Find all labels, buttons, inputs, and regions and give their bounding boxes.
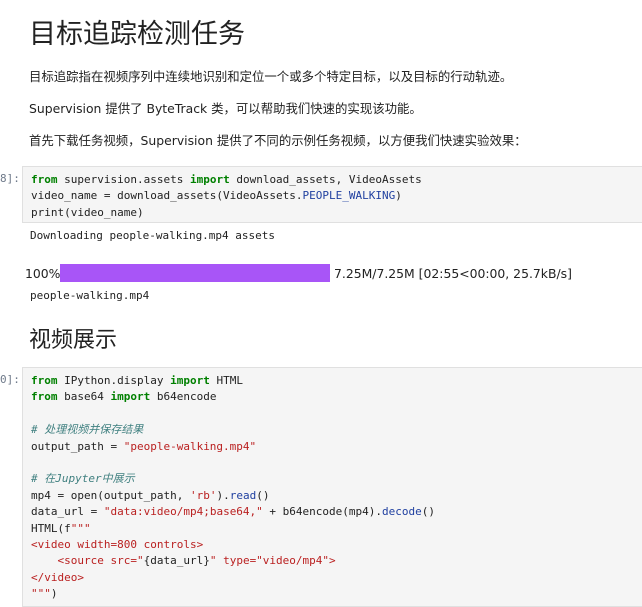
code-token: read	[229, 488, 257, 502]
code-token: )	[50, 587, 58, 601]
code-token: ).	[216, 488, 230, 502]
code-token: b64encode	[150, 390, 217, 404]
notebook-title: 目标追踪检测任务	[29, 19, 245, 50]
code-token: HTML(f	[31, 521, 71, 535]
code-line: HTML(f"""	[31, 521, 642, 537]
download-paragraph: 首先下载任务视频，Supervision 提供了不同的示例任务视频，以方便我们快…	[29, 133, 527, 148]
code-token: import	[189, 173, 230, 186]
code-line: from base64 import b64encode	[31, 389, 642, 405]
code-line: <source src="{data_url}" type="video/mp4…	[31, 553, 642, 569]
output-download-text: Downloading people-walking.mp4 assets	[30, 229, 276, 242]
code-token: decode	[382, 505, 422, 519]
code-line: data_url = "data:video/mp4;base64," + b6…	[31, 504, 642, 520]
code-token: mp4 = open(output_path,	[31, 488, 190, 502]
code-token: import	[170, 374, 210, 387]
code-token: from	[31, 173, 58, 186]
progress-percent: 100%	[25, 266, 61, 281]
progress-bar-fill	[60, 264, 330, 282]
code-line: """)	[31, 586, 642, 602]
code-token: base64	[57, 390, 111, 404]
code-token: </video>	[31, 570, 84, 584]
code-line: # 处理视频并保存结果	[31, 422, 642, 438]
progress-info: 7.25M/7.25M [02:55<00:00, 25.7kB/s]	[334, 266, 572, 281]
code-token: )	[395, 189, 402, 203]
code-line: output_path = "people-walking.mp4"	[31, 439, 642, 455]
code-token: HTML	[209, 374, 243, 387]
cell-prompt: 8]:	[0, 172, 20, 185]
code-line: video_name = download_assets(VideoAssets…	[31, 188, 642, 204]
code-token: from	[31, 390, 58, 404]
code-token: download_assets, VideoAssets	[229, 173, 422, 186]
output-filename: people-walking.mp4	[30, 289, 150, 302]
code-token: import	[110, 390, 151, 404]
code-line: # 在Jupyter中展示	[31, 471, 642, 487]
code-token: " type="video/mp4">	[209, 554, 336, 568]
code-line: from IPython.display import HTML	[31, 373, 642, 389]
code-token: ()	[256, 488, 270, 502]
code-token: supervision.assets	[57, 173, 190, 186]
code-token: video_name = download_assets(VideoAssets…	[31, 189, 303, 203]
code-line: mp4 = open(output_path, 'rb').read()	[31, 488, 642, 504]
code-token: "people-walking.mp4"	[123, 439, 257, 453]
supervision-paragraph: Supervision 提供了 ByteTrack 类，可以帮助我们快速的实现该…	[29, 101, 422, 116]
code-token: data_url =	[31, 505, 104, 519]
code-line: <video width=800 controls>	[31, 537, 642, 553]
code-token: """	[31, 587, 51, 601]
code-token: ()	[421, 505, 436, 519]
code-token: + b64encode(mp4).	[262, 505, 383, 519]
code-line: </video>	[31, 570, 642, 586]
code-token: <video width=800 controls>	[31, 537, 204, 551]
code-token: # 处理视频并保存结果	[31, 423, 144, 437]
code-token: <source src="	[31, 554, 144, 568]
code-token: """	[70, 521, 91, 535]
code-token: PEOPLE_WALKING	[302, 189, 396, 203]
code-token: "data:video/mp4;base64,"	[103, 505, 263, 519]
code-line: print(video_name)	[31, 205, 642, 221]
code-token: IPython.display	[57, 374, 171, 387]
intro-paragraph: 目标追踪指在视频序列中连续地识别和定位一个或多个特定目标，以及目标的行动轨迹。	[29, 69, 513, 84]
code-token: output_path =	[31, 439, 124, 453]
code-token: from	[31, 374, 58, 387]
progress-bar	[60, 264, 330, 282]
code-token: {data_url}	[143, 554, 210, 568]
code-cell-download[interactable]: from supervision.assets import download_…	[22, 166, 642, 223]
code-line: from supervision.assets import download_…	[31, 172, 642, 188]
code-token: print(video_name)	[31, 205, 144, 219]
section-title: 视频展示	[29, 328, 118, 353]
code-token: 'rb'	[189, 488, 217, 502]
code-token: # 在Jupyter中展示	[31, 472, 135, 486]
cell-prompt: 0]:	[0, 373, 20, 386]
code-cell-video[interactable]: from IPython.display import HTML from bas…	[22, 367, 642, 607]
